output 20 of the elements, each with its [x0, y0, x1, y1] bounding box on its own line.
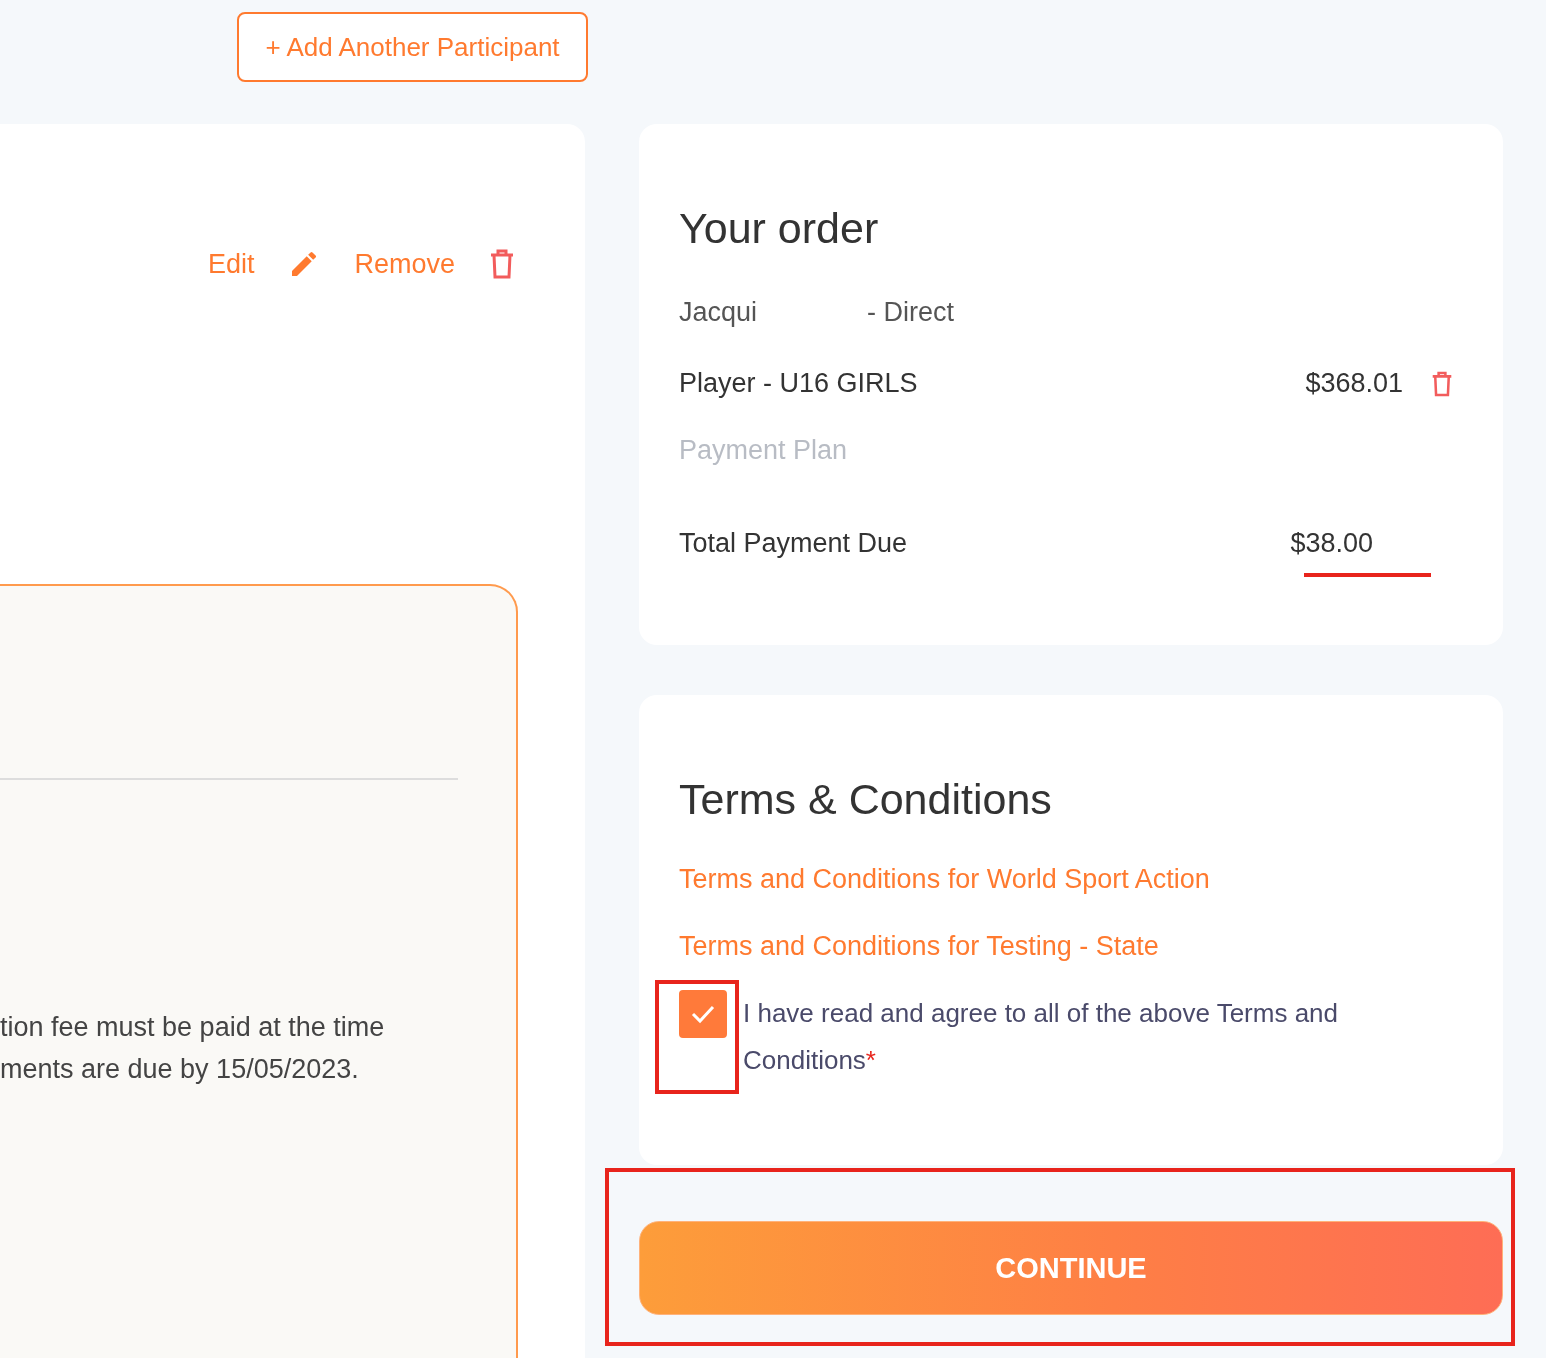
- item-price: $368.01: [1305, 368, 1403, 399]
- payment-option: Payment Plan: [679, 435, 1463, 466]
- terms-link[interactable]: Terms and Conditions for Testing - State: [679, 931, 1463, 962]
- edit-link[interactable]: Edit: [207, 248, 255, 280]
- remove-link[interactable]: Remove: [354, 248, 455, 280]
- order-title: Your order: [679, 204, 880, 253]
- trash-icon[interactable]: [489, 248, 515, 280]
- agree-checkbox[interactable]: [679, 990, 727, 1038]
- terms-link[interactable]: Terms and Conditions for World Sport Action: [679, 864, 1463, 895]
- participant-name: Jacqui: [679, 297, 758, 328]
- total-value: $38.00: [1290, 528, 1373, 559]
- check-icon: [690, 1004, 716, 1024]
- terms-title: Terms & Conditions: [679, 775, 1053, 824]
- total-label: Total Payment Due: [679, 528, 908, 559]
- continue-button[interactable]: CONTINUE: [639, 1221, 1503, 1315]
- add-participant-button[interactable]: + Add Another Participant: [237, 12, 588, 82]
- agree-label: I have read and agree to all of the above Terms and Conditions*: [743, 997, 1340, 1077]
- item-name: Player - U16 GIRLS: [679, 368, 918, 399]
- participant-type: - Direct: [867, 297, 955, 328]
- payment-info-text: tion fee must be paid at the time ments are due by 15/05/2023.: [0, 1011, 386, 1086]
